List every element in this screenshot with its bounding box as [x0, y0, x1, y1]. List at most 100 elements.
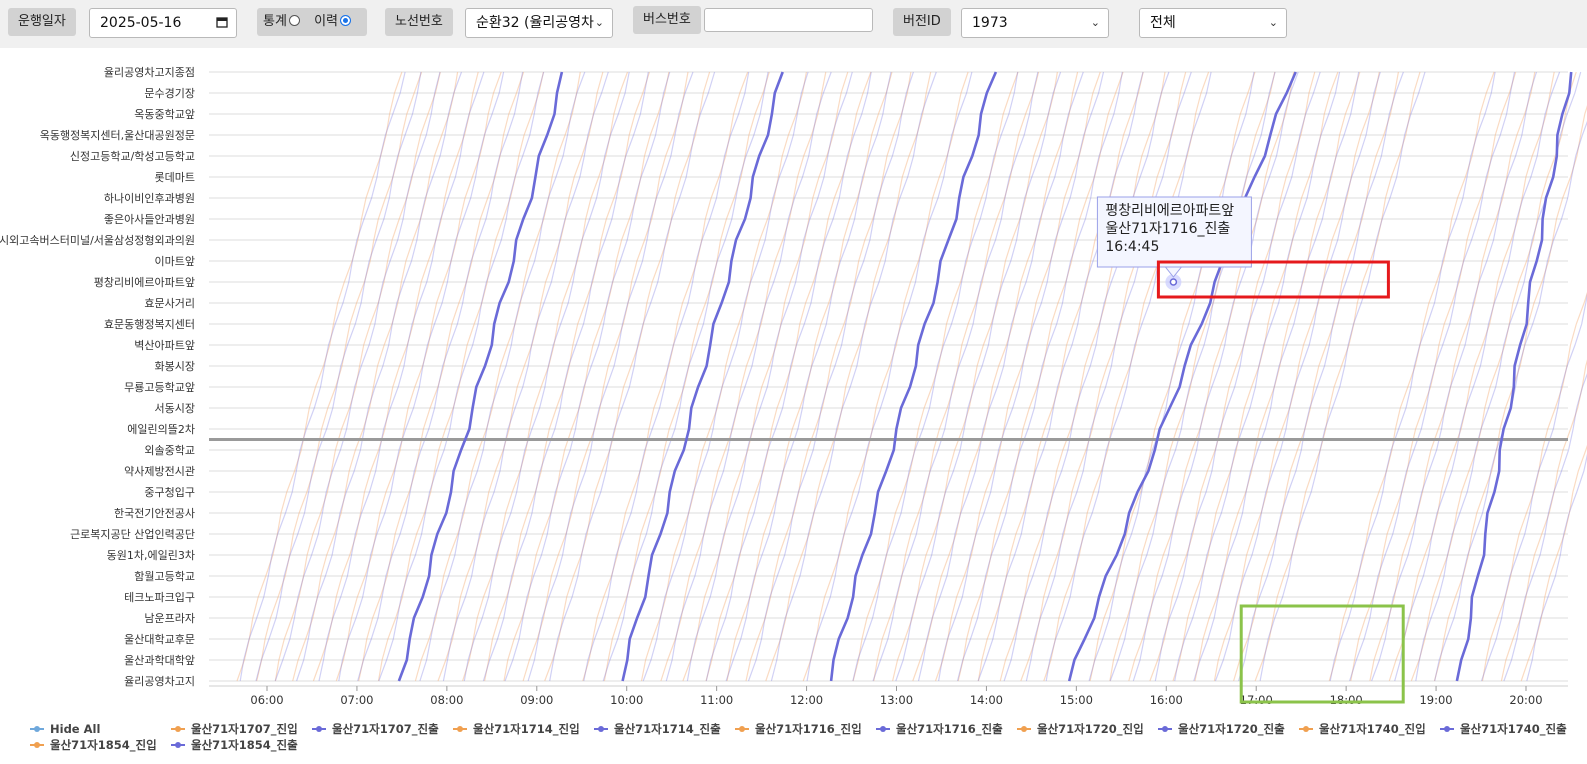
trip-line-exit — [1239, 72, 1404, 681]
date-value: 2025-05-16 — [100, 15, 181, 31]
x-tick-label: 10:00 — [610, 693, 643, 707]
x-tick-label: 14:00 — [970, 693, 1003, 707]
trip-line-exit — [443, 72, 608, 681]
trip-line-entry — [1521, 72, 1587, 681]
legend-marker — [175, 742, 181, 748]
stop-label: 옥동행정복지센터,울산대공원정문 — [40, 129, 195, 142]
stop-label: 하나이비인후과병원 — [104, 191, 195, 205]
trip-line-entry — [336, 72, 501, 681]
stop-label: 효문동행정복지센터 — [104, 318, 195, 331]
trip-line-exit — [1194, 72, 1359, 681]
trip-line-entry — [545, 72, 710, 681]
stop-label: 울산과학대학앞 — [124, 654, 195, 667]
legend-marker — [880, 726, 886, 732]
trip-line-entry — [913, 72, 1078, 681]
trip-line-exit — [319, 72, 484, 681]
legend-item[interactable]: 울산71자1716_진출 — [896, 722, 1003, 737]
filter-select[interactable]: 전체 ⌄ — [1139, 8, 1287, 38]
x-tick-label: 08:00 — [430, 693, 463, 707]
highlighted-trip-line — [1457, 72, 1571, 681]
stop-label: 테크노파크입구 — [124, 591, 195, 604]
date-label: 운행일자 — [8, 8, 76, 36]
trip-line-exit — [528, 72, 693, 681]
trip-line-exit — [1155, 72, 1320, 681]
trip-line-exit — [339, 72, 504, 681]
trip-line-entry — [293, 72, 458, 681]
route-select[interactable]: 순환32 (율리공영차 ⌄ — [465, 8, 613, 38]
mode-label-stats: 통계 — [263, 14, 287, 29]
trip-line-entry — [893, 72, 1058, 681]
chevron-down-icon: ⌄ — [595, 9, 604, 37]
tooltip-text: 평창리비에르아파트앞 — [1105, 203, 1234, 219]
trip-line-exit — [1527, 72, 1587, 681]
legend-item[interactable]: 울산71자1720_진입 — [1037, 722, 1144, 737]
x-tick-label: 09:00 — [520, 693, 553, 707]
stop-label: 남운프라자 — [144, 612, 195, 625]
x-tick-label: 07:00 — [340, 693, 373, 707]
legend-marker — [739, 726, 745, 732]
filter-toolbar: 운행일자 2025-05-16 통계 이력 노선번호 순환32 (율리공영차 ⌄… — [0, 0, 1587, 48]
trip-line-exit — [1046, 72, 1211, 681]
legend-marker — [1444, 726, 1450, 732]
stop-label: 효문사거리 — [144, 297, 195, 310]
x-tick-label: 11:00 — [700, 693, 733, 707]
version-select[interactable]: 1973 ⌄ — [961, 8, 1109, 38]
route-value: 순환32 (율리공영차 — [476, 15, 594, 31]
trip-line-entry — [1389, 72, 1554, 681]
stats-radio[interactable] — [289, 15, 300, 26]
highlighted-trip-line — [831, 72, 996, 681]
trip-line-entry — [936, 72, 1101, 681]
trip-line-exit — [420, 72, 585, 681]
highlighted-trip-line — [399, 72, 562, 681]
legend-item[interactable]: 울산71자1854_진입 — [50, 738, 157, 753]
stop-label: 중구청입구 — [144, 486, 195, 499]
trip-line-exit — [896, 72, 1061, 681]
tooltip-point — [1170, 279, 1176, 285]
chevron-down-icon: ⌄ — [1269, 9, 1278, 37]
trip-line-exit — [1004, 72, 1169, 681]
stop-label: 롯데마트 — [155, 171, 195, 184]
legend-item[interactable]: 울산71자1716_진입 — [755, 722, 862, 737]
bus-label: 버스번호 — [633, 6, 701, 34]
stop-label: 옥동중학교앞 — [134, 108, 195, 121]
stop-label: 화봉시장 — [155, 360, 195, 373]
legend-item[interactable]: 울산71자1740_진입 — [1319, 722, 1426, 737]
trip-line-entry — [1021, 72, 1186, 681]
filter-value: 전체 — [1150, 15, 1176, 31]
trip-line-entry — [1234, 72, 1399, 681]
legend-item[interactable]: 울산71자1714_진출 — [614, 722, 721, 737]
legend-item[interactable]: 울산71자1714_진입 — [473, 722, 580, 737]
mode-label-history: 이력 — [314, 14, 338, 29]
history-radio[interactable] — [340, 15, 351, 26]
legend-item[interactable]: 울산71자1707_진입 — [191, 722, 298, 737]
legend-marker — [34, 742, 40, 748]
bus-number-input[interactable] — [704, 8, 873, 32]
tooltip-text: 16:4:45 — [1105, 239, 1159, 255]
trip-line-exit — [919, 72, 1084, 681]
trip-line-exit — [853, 72, 1018, 681]
x-tick-label: 13:00 — [880, 693, 913, 707]
legend-item[interactable]: 울산71자1854_진출 — [191, 738, 298, 753]
stop-label: 에일린의뜰2차 — [127, 422, 195, 436]
calendar-icon[interactable] — [216, 9, 228, 37]
legend-marker — [1303, 726, 1309, 732]
version-label: 버전ID — [893, 8, 951, 36]
x-tick-label: 20:00 — [1509, 693, 1542, 707]
trip-line-entry — [237, 72, 402, 681]
legend-marker — [457, 726, 463, 732]
date-input[interactable]: 2025-05-16 — [89, 8, 237, 38]
stop-label: 울산대학교후문 — [124, 633, 195, 646]
trip-line-entry — [1411, 72, 1576, 681]
legend-item[interactable]: 울산71자1720_진출 — [1178, 722, 1285, 737]
bus-timeline-chart: 율리공영차고지종점문수경기장옥동중학교앞옥동행정복지센터,울산대공원정문신정고등… — [0, 48, 1587, 760]
trip-line-entry — [1000, 72, 1165, 681]
trip-line-exit — [978, 72, 1143, 681]
stop-label: 율리공영차고지 — [124, 675, 195, 688]
stop-label: 무룡고등학교앞 — [124, 381, 195, 394]
trip-line-entry — [1173, 72, 1338, 681]
trip-line-entry — [1044, 72, 1209, 681]
trip-line-entry — [523, 72, 688, 681]
legend-item[interactable]: 울산71자1707_진출 — [332, 722, 439, 737]
legend-item[interactable]: Hide All — [50, 722, 100, 736]
legend-item[interactable]: 울산71자1740_진출 — [1460, 722, 1567, 737]
